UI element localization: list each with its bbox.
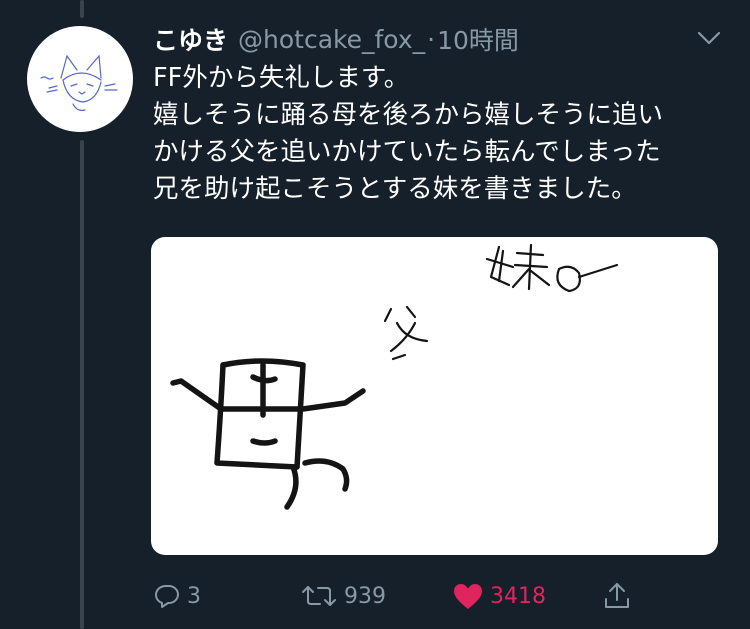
share-button[interactable]	[602, 576, 632, 616]
like-count: 3418	[490, 583, 546, 609]
father-character-sketch	[383, 305, 429, 361]
display-name[interactable]: こゆき	[153, 21, 228, 57]
tweet-time[interactable]: 10時間	[437, 21, 519, 57]
mother-character-sketch	[170, 358, 366, 510]
reply-icon	[155, 585, 179, 608]
tweet-actions: 3 939 3418	[0, 576, 750, 620]
tweet-text-line: FF外から失礼します。	[153, 63, 410, 93]
retweet-button[interactable]: 939	[300, 576, 386, 616]
chevron-down-icon	[697, 31, 721, 45]
tweet-text: FF外から失礼します。 嬉しそうに踊る母を後ろから嬉しそうに追い かける父を追い…	[153, 60, 733, 208]
avatar-fox-sketch	[40, 54, 118, 111]
thread-line-top	[80, 0, 84, 18]
tweet-menu-button[interactable]	[695, 26, 723, 50]
share-icon	[605, 583, 629, 608]
retweet-count: 939	[344, 583, 386, 609]
thread-line-bottom	[80, 140, 84, 629]
tweet-text-line: 嬉しそうに踊る母を後ろから嬉しそうに追い	[153, 100, 664, 130]
like-button[interactable]: 3418	[452, 576, 546, 616]
retweet-icon	[302, 586, 336, 606]
sister-character-sketch	[485, 243, 619, 293]
reply-button[interactable]: 3	[153, 576, 201, 616]
avatar[interactable]	[27, 26, 133, 132]
user-handle[interactable]: @hotcake_fox_	[238, 25, 425, 54]
tweet-text-line: 兄を助け起こそうとする妹を書きました。	[153, 174, 637, 204]
tweet-image[interactable]	[151, 237, 718, 555]
hand-drawn-kanji-illustration	[170, 243, 619, 510]
heart-icon	[454, 584, 482, 609]
separator-dot: ·	[427, 24, 436, 54]
tweet-text-line: かける父を追いかけていたら転んでしまった	[153, 137, 661, 167]
tweet-header: こゆき @hotcake_fox_ · 10時間	[153, 22, 519, 56]
reply-count: 3	[187, 583, 201, 609]
